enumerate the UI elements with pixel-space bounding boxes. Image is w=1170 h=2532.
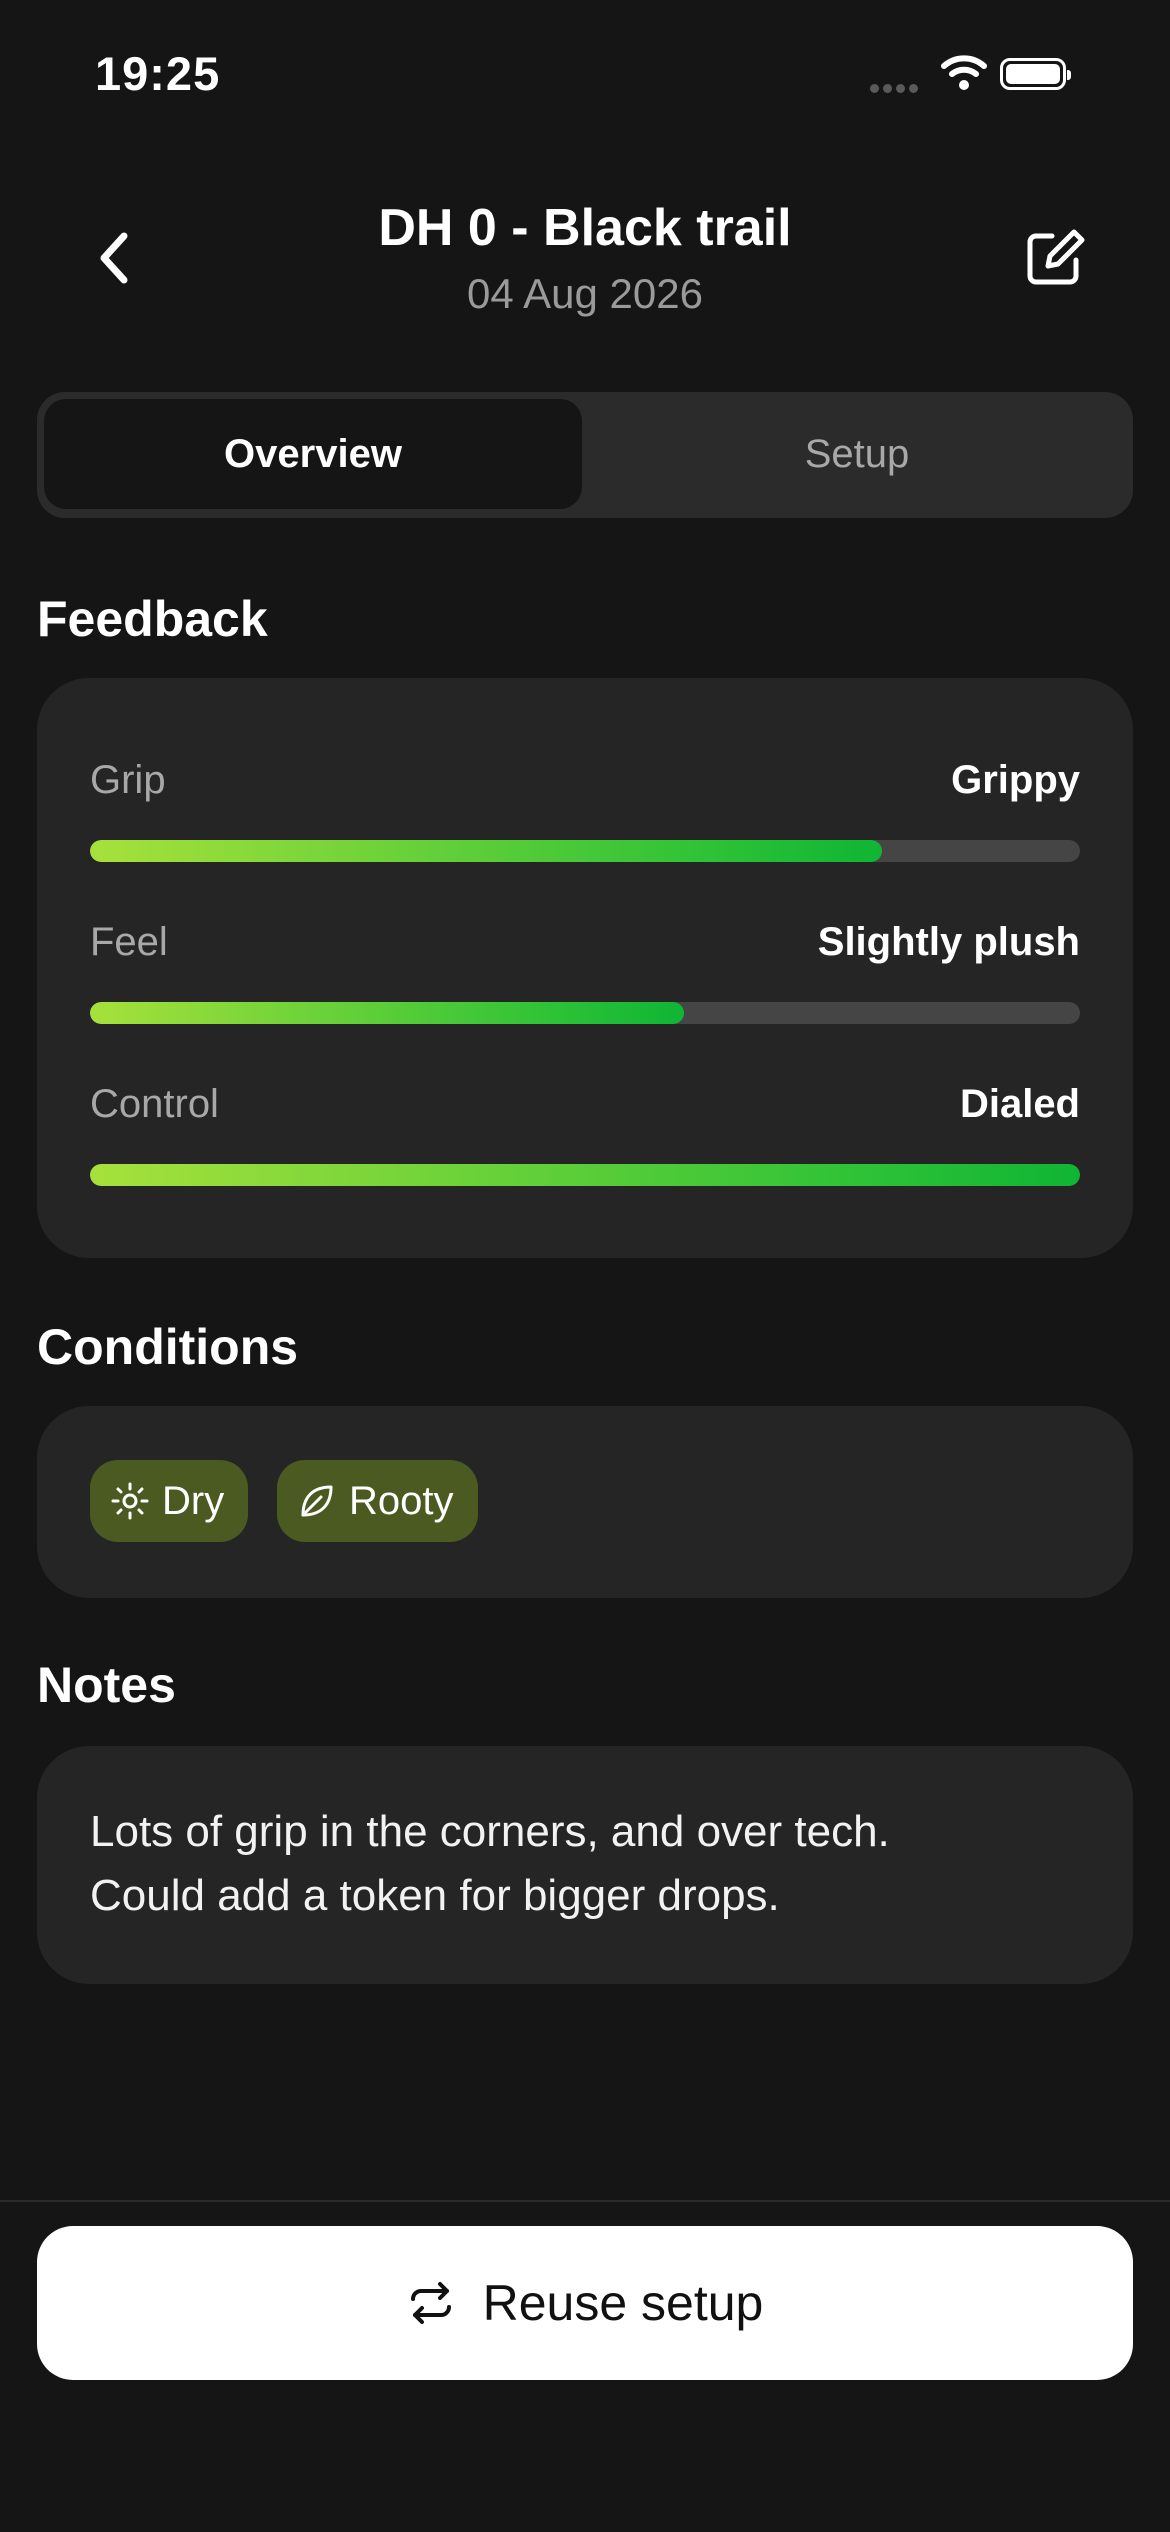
notes-text: Lots of grip in the corners, and over te…: [90, 1800, 1080, 1928]
reuse-setup-button[interactable]: Reuse setup: [37, 2226, 1133, 2380]
session-date: 04 Aug 2026: [467, 270, 703, 317]
feedback-value: Grippy: [951, 758, 1080, 802]
tab-overview[interactable]: Overview: [44, 399, 582, 509]
header: DH 0 - Black trail 04 Aug 2026: [0, 190, 1170, 340]
cellular-signal-icon: [870, 80, 922, 98]
status-bar: 19:25: [0, 0, 1170, 150]
condition-chip-dry[interactable]: Dry: [90, 1460, 249, 1542]
feedback-bar: [90, 840, 1080, 862]
reuse-setup-label: Reuse setup: [482, 2275, 764, 2331]
notes-heading: Notes: [37, 1657, 176, 1713]
notes-line: Could add a token for bigger drops.: [90, 1871, 780, 1920]
feedback-value: Dialed: [959, 1082, 1080, 1126]
condition-chip-rooty[interactable]: Rooty: [277, 1460, 478, 1542]
chip-label: Dry: [162, 1478, 225, 1523]
wifi-icon: [940, 52, 988, 97]
feedback-label: Control: [90, 1082, 219, 1126]
conditions-heading: Conditions: [37, 1319, 299, 1375]
leaf-icon: [301, 1485, 333, 1517]
feedback-row-feel: Feel Slightly plush: [90, 920, 1080, 1030]
feedback-label: Grip: [90, 758, 166, 802]
segmented-control: Overview Setup: [37, 392, 1133, 518]
feedback-bar-fill: [90, 840, 882, 862]
feedback-bar: [90, 1002, 1080, 1024]
feedback-bar-fill: [90, 1164, 1080, 1186]
chip-label: Rooty: [349, 1478, 454, 1523]
edit-button[interactable]: [1018, 222, 1090, 294]
status-time: 19:25: [95, 47, 221, 100]
sun-icon: [111, 1482, 149, 1520]
feedback-bar: [90, 1164, 1080, 1186]
conditions-card: Dry Rooty: [37, 1406, 1133, 1598]
feedback-card: Grip Grippy Feel Slightly plush Control …: [37, 678, 1133, 1258]
feedback-bar-fill: [90, 1002, 684, 1024]
status-icons: [870, 52, 1170, 102]
feedback-value: Slightly plush: [817, 920, 1080, 964]
repeat-icon: [410, 2282, 451, 2324]
bottom-divider: [0, 2200, 1170, 2202]
notes-line: Lots of grip in the corners, and over te…: [90, 1807, 890, 1856]
feedback-row-grip: Grip Grippy: [90, 758, 1080, 868]
tab-setup[interactable]: Setup: [588, 399, 1126, 509]
feedback-label: Feel: [90, 920, 168, 964]
feedback-row-control: Control Dialed: [90, 1082, 1080, 1192]
edit-icon: [1027, 229, 1085, 285]
feedback-heading: Feedback: [37, 591, 268, 647]
page-title: DH 0 - Black trail: [378, 199, 792, 257]
notes-card: Lots of grip in the corners, and over te…: [37, 1746, 1133, 1984]
battery-icon: [1000, 58, 1071, 90]
